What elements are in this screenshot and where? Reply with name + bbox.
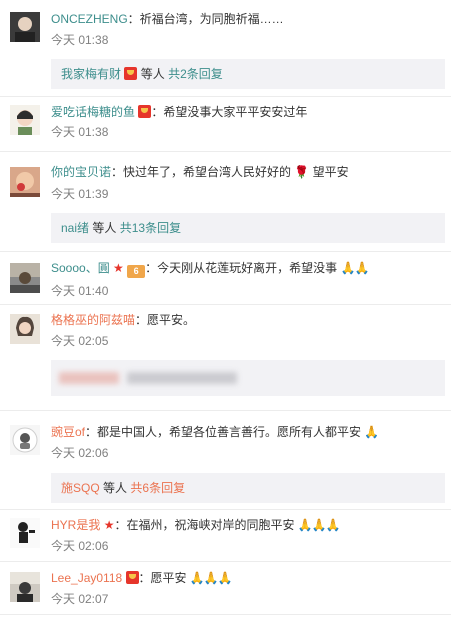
red-envelope-badge-icon: [138, 105, 152, 118]
reply-mid-text: 等人: [103, 481, 128, 495]
divider: [0, 509, 451, 510]
username-link[interactable]: 格格巫的阿兹喵: [51, 313, 135, 327]
avatar[interactable]: [10, 314, 40, 344]
reply-user-link[interactable]: 我家梅有财: [61, 67, 121, 81]
comment-text-tail: 望平安: [312, 165, 349, 179]
star-icon: ★: [103, 518, 115, 532]
avatar[interactable]: [10, 263, 40, 293]
divider: [0, 96, 451, 97]
comment-text: ：愿平安。: [135, 313, 196, 327]
pray-icon: 🙏: [203, 571, 219, 585]
comment-text: ：祈福台湾，为同胞祈福……: [127, 12, 284, 26]
username-link[interactable]: 豌豆of: [51, 425, 85, 439]
avatar[interactable]: [10, 572, 40, 602]
comment-time: 今天 01:40: [51, 284, 109, 298]
divider: [0, 561, 451, 562]
pray-icon: 🙏: [364, 425, 379, 439]
reply-summary[interactable]: 我家梅有财 等人 共2条回复: [51, 59, 445, 89]
avatar[interactable]: [10, 518, 40, 548]
user-avatar-icon: [10, 263, 40, 293]
avatar[interactable]: [10, 105, 40, 135]
comment-line: Lee_Jay0118 ：愿平安 🙏🙏🙏: [51, 569, 233, 587]
username-link[interactable]: ONCEZHENG: [51, 12, 128, 26]
reply-count-link[interactable]: 共13条回复: [120, 221, 181, 235]
comment-text: ：在福州，祝海峡对岸的同胞平安: [114, 518, 295, 532]
pray-icon: 🙏: [340, 261, 356, 275]
reply-user-link[interactable]: nai绪: [61, 221, 89, 235]
comment-time: 今天 01:38: [51, 33, 109, 47]
avatar[interactable]: [10, 12, 40, 42]
pray-icon: 🙏: [297, 518, 313, 532]
comment-line: 豌豆of：都是中国人，希望各位善言善行。愿所有人都平安 🙏: [51, 423, 379, 441]
divider: [0, 410, 451, 411]
rose-icon: 🌹: [294, 165, 310, 179]
reply-mid-text: 等人: [140, 67, 165, 81]
user-avatar-icon: [10, 572, 40, 602]
reply-mid-text: 等人: [92, 221, 117, 235]
comment-time: 今天 02:06: [51, 446, 109, 460]
comment-line: 格格巫的阿兹喵：愿平安。: [51, 311, 195, 329]
comment-text: ：快过年了，希望台湾人民好好的: [111, 165, 292, 179]
comment-line: 你的宝贝诺：快过年了，希望台湾人民好好的 🌹 望平安: [51, 163, 349, 181]
user-avatar-icon: [10, 12, 40, 42]
red-envelope-badge-icon: [124, 67, 138, 80]
comment-text: ：希望没事大家平平安安过年: [151, 105, 308, 119]
divider: [0, 614, 451, 615]
reply-user-link[interactable]: 施SQQ: [61, 481, 100, 495]
user-avatar-icon: [10, 518, 40, 548]
reply-count-link[interactable]: 共6条回复: [130, 481, 185, 495]
username-link[interactable]: HYR是我: [51, 518, 100, 532]
reply-summary-redacted[interactable]: [51, 360, 445, 396]
divider: [0, 304, 451, 305]
comment-time: 今天 01:39: [51, 187, 109, 201]
username-link[interactable]: 你的宝贝诺: [51, 165, 111, 179]
comment-text: ：愿平安: [138, 571, 187, 585]
pray-icon: 🙏: [325, 518, 341, 532]
user-avatar-icon: [10, 105, 40, 135]
comment-text: ：今天刚从花莲玩好离开，希望没事: [145, 261, 338, 275]
vip-level-badge-icon: 6: [127, 265, 146, 278]
user-avatar-icon: [10, 167, 40, 197]
reply-summary[interactable]: nai绪 等人 共13条回复: [51, 213, 445, 243]
avatar[interactable]: [10, 425, 40, 455]
reply-count-link[interactable]: 共2条回复: [168, 67, 223, 81]
comment-line: HYR是我 ★：在福州，祝海峡对岸的同胞平安 🙏🙏🙏: [51, 516, 341, 534]
username-link[interactable]: Soooo、圓: [51, 261, 110, 275]
star-icon: ★: [113, 261, 124, 275]
comment-line: 爱吃话梅糖的鱼 ：希望没事大家平平安安过年: [51, 103, 307, 121]
reply-summary[interactable]: 施SQQ 等人 共6条回复: [51, 473, 445, 503]
pray-icon: 🙏: [311, 518, 327, 532]
red-envelope-badge-icon: [125, 571, 139, 584]
pray-icon: 🙏: [354, 261, 369, 275]
comment-time: 今天 01:38: [51, 125, 109, 139]
user-avatar-icon: [10, 425, 40, 455]
comment-line: Soooo、圓 ★ 6 ：今天刚从花莲玩好离开，希望没事 🙏🙏: [51, 259, 369, 278]
divider: [0, 151, 451, 152]
divider: [0, 251, 451, 252]
comment-time: 今天 02:06: [51, 539, 109, 553]
avatar[interactable]: [10, 167, 40, 197]
redacted-text: [127, 372, 237, 384]
comment-time: 今天 02:07: [51, 592, 109, 606]
comment-line: ONCEZHENG：祈福台湾，为同胞祈福……: [51, 10, 284, 28]
username-link[interactable]: 爱吃话梅糖的鱼: [51, 105, 135, 119]
comment-time: 今天 02:05: [51, 334, 109, 348]
username-link[interactable]: Lee_Jay0118: [51, 571, 122, 585]
user-avatar-icon: [10, 314, 40, 344]
redacted-text: [59, 372, 119, 384]
pray-icon: 🙏: [217, 571, 233, 585]
comment-text: ：都是中国人，希望各位善言善行。愿所有人都平安: [85, 425, 362, 439]
pray-icon: 🙏: [189, 571, 205, 585]
